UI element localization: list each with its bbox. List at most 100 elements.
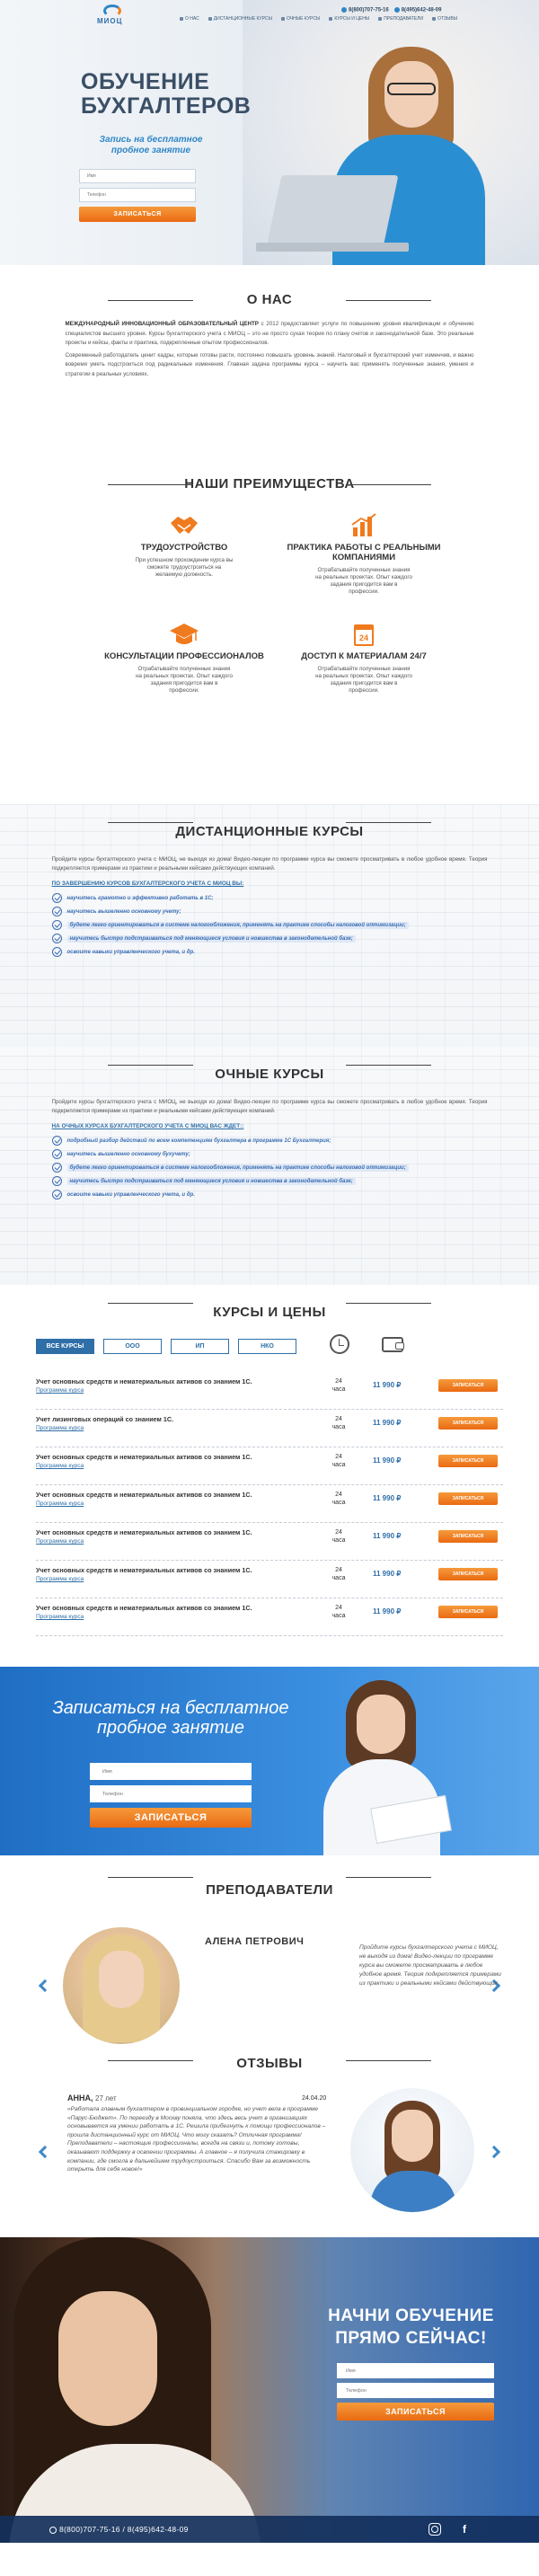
- enroll-button[interactable]: ЗАПИСАТЬСЯ: [438, 1492, 498, 1505]
- review-date: 24.04.20: [302, 2095, 327, 2102]
- course-duration: 24 часа: [325, 1377, 352, 1394]
- teacher-photo: [63, 1927, 180, 2044]
- instagram-icon[interactable]: [429, 2523, 441, 2536]
- check-circle-icon: [51, 947, 62, 957]
- logo[interactable]: МИОЦ: [88, 4, 142, 26]
- course-title: Учет основных средств и нематериальных а…: [36, 1528, 252, 1536]
- nav-label: ДИСТАНЦИОННЫЕ КУРСЫ: [213, 16, 273, 22]
- hero-name-input[interactable]: [79, 169, 196, 183]
- heading-divider: [108, 821, 193, 823]
- heading-divider: [108, 1064, 193, 1066]
- list-item: подробный разбор действий по всем компет…: [51, 1134, 488, 1147]
- enroll-button[interactable]: ЗАПИСАТЬСЯ: [438, 1606, 498, 1618]
- heading-divider: [108, 2059, 193, 2061]
- phone-icon: [341, 7, 347, 13]
- enroll-button[interactable]: ЗАПИСАТЬСЯ: [438, 1417, 498, 1430]
- cta-woman-face: [58, 2291, 157, 2426]
- tab-ooo[interactable]: ООО: [103, 1339, 162, 1354]
- program-link[interactable]: Программа курса: [36, 1463, 84, 1469]
- review-text: «Работала главным бухгалтером в провинци…: [67, 2106, 326, 2173]
- advantage-title: ПРАКТИКА РАБОТЫ С РЕАЛЬНЫМИ КОМПАНИЯМИ: [287, 543, 441, 562]
- course-title: Учет основных средств и нематериальных а…: [36, 1604, 252, 1612]
- advantage-text: При успешном прохождении курса вы сможет…: [135, 557, 234, 578]
- student-face: [357, 1695, 405, 1754]
- tab-nko[interactable]: НКО: [238, 1339, 296, 1354]
- trial-signup-button[interactable]: ЗАПИСАТЬСЯ: [90, 1808, 252, 1828]
- hero-subtitle: Запись на бесплатное пробное занятие: [99, 135, 203, 155]
- teacher-name: АЛЕНА ПЕТРОВИЧ: [205, 1936, 305, 1947]
- hours-unit: часа: [331, 1613, 346, 1619]
- handshake-icon: [169, 512, 199, 539]
- teacher-quote: Пройдите курсы бухгалтерского учета с МИ…: [359, 1944, 501, 1987]
- footer-phones[interactable]: 8(800)707-75-16 / 8(495)642-48-09: [49, 2525, 189, 2534]
- reviewer-first-name: АННА,: [67, 2094, 93, 2102]
- hero-signup-button[interactable]: ЗАПИСАТЬСЯ: [79, 207, 196, 222]
- top-bar: МИОЦ О НАС ДИСТАНЦИОННЫЕ КУРСЫ ОЧНЫЕ КУР…: [0, 0, 539, 27]
- program-link[interactable]: Программа курса: [36, 1614, 84, 1620]
- course-filter-tabs: ВСЕ КУРСЫ ООО ИП НКО: [36, 1339, 296, 1354]
- trial-signup-title: Записаться на бесплатное пробное занятие: [52, 1698, 289, 1738]
- enroll-button[interactable]: ЗАПИСАТЬСЯ: [438, 1455, 498, 1467]
- teachers-prev-arrow-icon[interactable]: [38, 1978, 52, 1993]
- distance-lead: ПО ЗАВЕРШЕНИЮ КУРСОВ БУХГАЛТЕРСКОГО УЧЕТ…: [51, 881, 244, 887]
- trial-phone-input[interactable]: [90, 1785, 252, 1802]
- reviews-prev-arrow-icon[interactable]: [38, 2145, 52, 2159]
- header-phones: 8(800)707-75-16 8(495)642-48-09: [341, 7, 441, 13]
- course-title: Учет основных средств и нематериальных а…: [36, 1491, 252, 1499]
- enroll-button[interactable]: ЗАПИСАТЬСЯ: [438, 1379, 498, 1392]
- nav-item-prices[interactable]: КУРСЫ И ЦЕНЫ: [329, 16, 369, 22]
- hero-phone-input[interactable]: [79, 188, 196, 202]
- course-name: Учет основных средств и нематериальных а…: [36, 1528, 314, 1545]
- program-link[interactable]: Программа курса: [36, 1387, 84, 1394]
- reviewer-photo: [350, 2088, 474, 2212]
- trial-name-input[interactable]: [90, 1763, 252, 1780]
- course-name: Учет основных средств и нематериальных а…: [36, 1453, 314, 1470]
- program-link[interactable]: Программа курса: [36, 1425, 84, 1431]
- hours: 24: [335, 1492, 342, 1498]
- nav-item-reviews[interactable]: ОТЗЫВЫ: [432, 16, 457, 22]
- enroll-button[interactable]: ЗАПИСАТЬСЯ: [438, 1568, 498, 1580]
- phone-link-1[interactable]: 8(800)707-75-16: [341, 7, 389, 13]
- prices-heading: КУРСЫ И ЦЕНЫ: [0, 1285, 539, 1320]
- ochnye-benefits-list: подробный разбор действий по всем компет…: [51, 1134, 488, 1201]
- hours-unit: часа: [331, 1537, 346, 1544]
- nav-item-teachers[interactable]: ПРЕПОДАВАТЕЛИ: [378, 16, 423, 22]
- phone-icon: [49, 2526, 57, 2534]
- program-link[interactable]: Программа курса: [36, 1538, 84, 1545]
- enroll-button[interactable]: ЗАПИСАТЬСЯ: [438, 1530, 498, 1543]
- advantage-text: Отрабатывайте полученные знания на реаль…: [136, 666, 233, 694]
- ochnye-courses-section: ОЧНЫЕ КУРСЫ Пройдите курсы бухгалтерског…: [0, 1047, 539, 1285]
- final-name-input[interactable]: [337, 2363, 494, 2378]
- page: МИОЦ О НАС ДИСТАНЦИОННЫЕ КУРСЫ ОЧНЫЕ КУР…: [0, 0, 539, 2543]
- laptop-base: [256, 243, 409, 252]
- hours: 24: [335, 1454, 342, 1460]
- hero-woman-glasses: [387, 83, 436, 95]
- course-title: Учет основных средств и нематериальных а…: [36, 1566, 252, 1574]
- table-row: Учет основных средств и нематериальных а…: [36, 1523, 503, 1561]
- phone-link-2[interactable]: 8(495)642-48-09: [393, 7, 441, 13]
- nav-label: О НАС: [185, 16, 199, 22]
- tab-all-courses[interactable]: ВСЕ КУРСЫ: [36, 1339, 94, 1354]
- program-link[interactable]: Программа курса: [36, 1500, 84, 1507]
- advantage-title: ДОСТУП К МАТЕРИАЛАМ 24/7: [301, 651, 427, 661]
- course-duration: 24 часа: [325, 1566, 352, 1582]
- list-item-text: будете легко ориентироваться в системе н…: [66, 1164, 409, 1172]
- hero-photo: [243, 0, 539, 265]
- nav-label: ОЧНЫЕ КУРСЫ: [287, 16, 321, 22]
- nav-item-about[interactable]: О НАС: [180, 16, 199, 22]
- tab-ip[interactable]: ИП: [171, 1339, 229, 1354]
- nav-label: КУРСЫ И ЦЕНЫ: [334, 16, 370, 22]
- list-item-text: будете легко ориентироваться в системе н…: [66, 921, 409, 929]
- final-phone-input[interactable]: [337, 2383, 494, 2398]
- facebook-icon[interactable]: f: [458, 2523, 471, 2536]
- final-signup-button[interactable]: ЗАПИСАТЬСЯ: [337, 2403, 494, 2421]
- nav-item-ochnye[interactable]: ОЧНЫЕ КУРСЫ: [281, 16, 320, 22]
- nav-item-distance[interactable]: ДИСТАНЦИОННЫЕ КУРСЫ: [208, 16, 272, 22]
- course-duration: 24 часа: [325, 1491, 352, 1507]
- check-circle-icon: [51, 893, 62, 903]
- course-price: 11 990 ₽: [373, 1607, 402, 1616]
- hours: 24: [335, 1529, 342, 1536]
- check-circle-icon: [51, 1190, 62, 1199]
- program-link[interactable]: Программа курса: [36, 1576, 84, 1582]
- reviews-next-arrow-icon[interactable]: [487, 2145, 501, 2159]
